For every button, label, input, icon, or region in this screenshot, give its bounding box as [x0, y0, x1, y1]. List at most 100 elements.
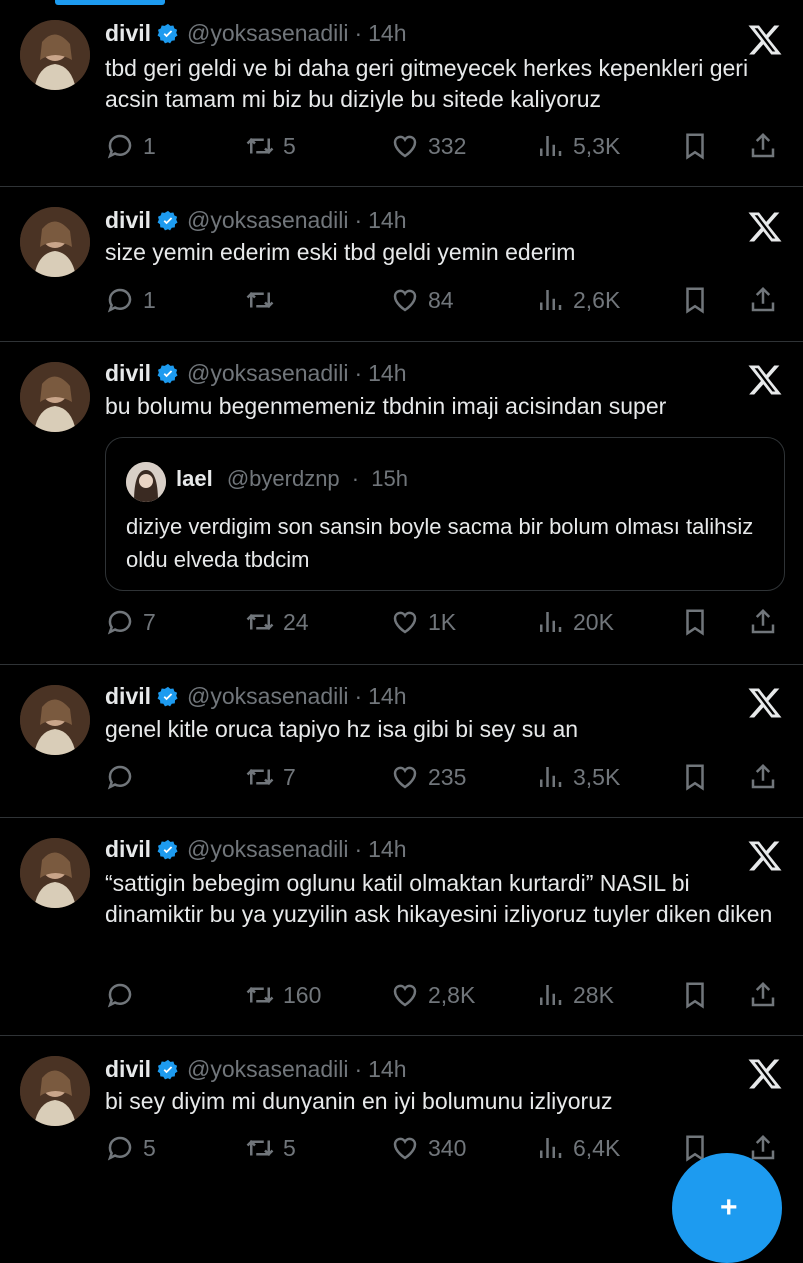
views-icon: [540, 290, 562, 310]
author-name[interactable]: divil: [105, 1056, 151, 1083]
separator-dot: ·: [354, 1056, 363, 1082]
reply-button[interactable]: [105, 761, 143, 793]
tweet[interactable]: divil @yoksasenadili · 14h bu bolumu beg…: [0, 342, 803, 665]
tweet[interactable]: divil @yoksasenadili · 14h genel kitle o…: [0, 665, 803, 818]
like-button[interactable]: 332: [390, 130, 466, 162]
like-button[interactable]: 1K: [390, 606, 456, 638]
share-button[interactable]: [748, 979, 778, 1011]
share-button[interactable]: [748, 284, 778, 316]
author-name[interactable]: divil: [105, 207, 151, 234]
share-button[interactable]: [748, 606, 778, 638]
retweet-button[interactable]: [245, 284, 283, 316]
views-count: 6,4K: [573, 1134, 621, 1161]
bookmark-icon: [686, 287, 704, 314]
retweet-count: 5: [283, 132, 296, 159]
share-button[interactable]: [748, 130, 778, 162]
retweet-button[interactable]: 5: [245, 130, 296, 162]
views-button[interactable]: 6,4K: [535, 1132, 620, 1164]
author-handle[interactable]: @yoksasenadili: [187, 20, 348, 47]
compose-button[interactable]: +: [672, 1153, 782, 1263]
views-button[interactable]: 5,3K: [535, 130, 620, 162]
reply-count: 1: [143, 132, 156, 159]
tweet[interactable]: divil @yoksasenadili · 14h tbd geri geld…: [0, 0, 803, 187]
retweet-button[interactable]: 160: [245, 979, 321, 1011]
views-button[interactable]: 3,5K: [535, 761, 620, 793]
like-button[interactable]: 84: [390, 284, 454, 316]
retweet-icon: [246, 1139, 274, 1157]
author-name[interactable]: divil: [105, 683, 151, 710]
bookmark-button[interactable]: [680, 130, 710, 162]
timestamp[interactable]: 14h: [368, 20, 406, 47]
views-icon: [540, 985, 562, 1005]
tweet[interactable]: divil @yoksasenadili · 14h size yemin ed…: [0, 187, 803, 342]
share-icon: [751, 608, 775, 634]
bookmark-icon: [686, 982, 704, 1009]
like-count: 1K: [428, 608, 457, 635]
retweet-button[interactable]: 7: [245, 761, 296, 793]
reply-button[interactable]: 5: [105, 1132, 156, 1164]
bookmark-button[interactable]: [680, 761, 710, 793]
tweet-text: genel kitle oruca tapiyo hz isa gibi bi …: [105, 716, 579, 742]
avatar[interactable]: [20, 207, 90, 277]
retweet-icon: [246, 613, 274, 631]
timestamp[interactable]: 14h: [368, 836, 406, 863]
reply-count: 7: [143, 608, 156, 635]
quoted-tweet[interactable]: lael @byerdznp · 15h diziye verdigim son…: [105, 437, 785, 591]
timestamp[interactable]: 14h: [368, 1056, 406, 1083]
tweet-text: tbd geri geldi ve bi daha geri gitmeyece…: [105, 55, 755, 112]
reply-icon: [107, 983, 132, 1008]
timestamp[interactable]: 14h: [368, 207, 406, 234]
like-button[interactable]: 340: [390, 1132, 466, 1164]
like-icon: [393, 289, 417, 312]
bookmark-button[interactable]: [680, 284, 710, 316]
like-button[interactable]: 2,8K: [390, 979, 475, 1011]
views-button[interactable]: 20K: [535, 606, 614, 638]
views-button[interactable]: 2,6K: [535, 284, 620, 316]
reply-button[interactable]: [105, 979, 143, 1011]
verified-badge-icon: [157, 1059, 178, 1079]
avatar[interactable]: [20, 20, 90, 90]
like-count: 235: [428, 763, 467, 790]
bookmark-icon: [686, 133, 704, 160]
quoted-author-name[interactable]: lael: [176, 466, 213, 491]
author-name[interactable]: divil: [105, 360, 151, 387]
retweet-button[interactable]: 24: [245, 606, 309, 638]
author-handle[interactable]: @yoksasenadili: [187, 360, 348, 387]
retweet-icon: [246, 768, 274, 786]
author-handle[interactable]: @yoksasenadili: [187, 1056, 348, 1083]
tweet[interactable]: divil @yoksasenadili · 14h “sattigin beb…: [0, 818, 803, 1036]
views-button[interactable]: 28K: [535, 979, 614, 1011]
timestamp[interactable]: 14h: [368, 360, 406, 387]
reply-icon: [107, 610, 132, 635]
reply-button[interactable]: 7: [105, 606, 156, 638]
author-handle[interactable]: @yoksasenadili: [187, 207, 348, 234]
tweet-text: bi sey diyim mi dunyanin en iyi bolumunu…: [105, 1088, 613, 1114]
bookmark-icon: [686, 764, 704, 791]
avatar[interactable]: [20, 362, 90, 432]
author-handle[interactable]: @yoksasenadili: [187, 836, 348, 863]
avatar[interactable]: [20, 838, 90, 908]
quoted-timestamp[interactable]: 15h: [371, 466, 408, 491]
separator-dot: ·: [351, 466, 360, 491]
retweet-button[interactable]: 5: [245, 1132, 296, 1164]
quoted-author-handle[interactable]: @byerdznp: [227, 466, 340, 491]
bookmark-button[interactable]: [680, 606, 710, 638]
avatar[interactable]: [20, 1056, 90, 1126]
author-name[interactable]: divil: [105, 836, 151, 863]
share-button[interactable]: [748, 761, 778, 793]
reply-button[interactable]: 1: [105, 284, 156, 316]
verified-badge-icon: [157, 210, 178, 230]
like-button[interactable]: 235: [390, 761, 466, 793]
timestamp[interactable]: 14h: [368, 683, 406, 710]
views-count: 2,6K: [573, 286, 621, 313]
quoted-avatar[interactable]: [126, 462, 166, 502]
reply-button[interactable]: 1: [105, 130, 156, 162]
author-name[interactable]: divil: [105, 20, 151, 47]
tweet-text: “sattigin bebegim oglunu katil olmaktan …: [105, 870, 773, 927]
bookmark-button[interactable]: [680, 979, 710, 1011]
reply-icon: [107, 134, 132, 159]
retweet-icon: [246, 291, 274, 309]
author-handle[interactable]: @yoksasenadili: [187, 683, 348, 710]
like-icon: [393, 766, 417, 789]
avatar[interactable]: [20, 685, 90, 755]
